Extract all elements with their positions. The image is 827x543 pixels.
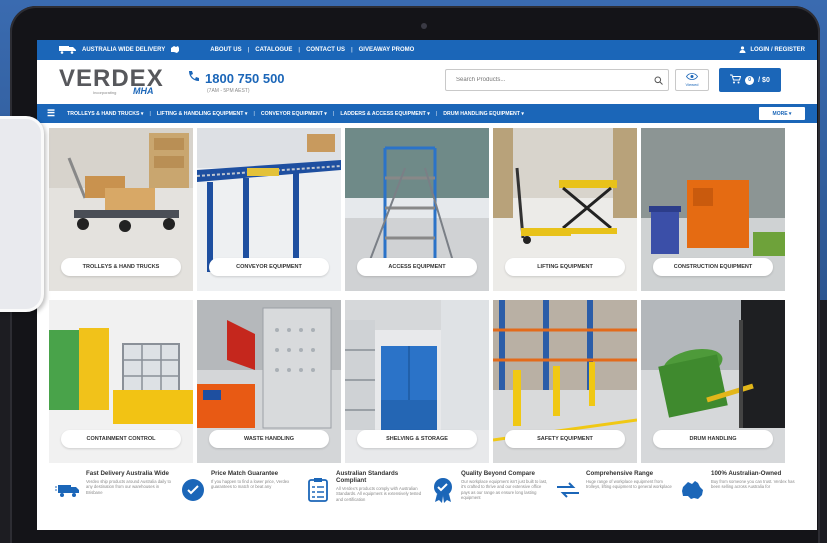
search-icon[interactable] bbox=[648, 76, 668, 85]
price-tag-check-icon bbox=[180, 477, 206, 503]
feature-desc: Huge range of workplace equipment from t… bbox=[586, 479, 672, 490]
nav-conveyor[interactable]: CONVEYOR EQUIPMENT ▾ bbox=[261, 111, 327, 117]
logo-mha: MHA bbox=[133, 86, 154, 96]
feature-desc: All Verdex's products comply with Austra… bbox=[336, 486, 422, 502]
link-giveaway-promo[interactable]: GIVEAWAY PROMO bbox=[359, 47, 415, 53]
login-register-link[interactable]: LOGIN / REGISTER bbox=[739, 40, 805, 60]
feature-title: Price Match Guarantee bbox=[211, 470, 279, 477]
viewed-label: Viewed bbox=[685, 82, 699, 87]
quality-badge-icon bbox=[430, 477, 456, 503]
camera-icon bbox=[421, 23, 427, 29]
category-label: WASTE HANDLING bbox=[209, 430, 329, 448]
more-menu-button[interactable]: MORE ▾ bbox=[759, 107, 805, 120]
feature-fast-delivery: Fast Delivery Australia Wide Verdex ship… bbox=[49, 467, 174, 530]
search-input[interactable] bbox=[446, 77, 648, 83]
truck-icon bbox=[59, 45, 77, 56]
delivery-truck-icon bbox=[55, 477, 81, 503]
category-label: CONTAINMENT CONTROL bbox=[61, 430, 181, 448]
user-icon bbox=[739, 45, 746, 55]
top-links: ABOUT US | CATALOGUE | CONTACT US | GIVE… bbox=[210, 47, 415, 53]
category-label: TROLLEYS & HAND TRUCKS bbox=[61, 258, 181, 276]
australia-icon bbox=[170, 45, 180, 56]
main-nav: ☰ TROLLEYS & HAND TRUCKS ▾ | LIFTING & H… bbox=[37, 104, 817, 123]
category-label: CONSTRUCTION EQUIPMENT bbox=[653, 258, 773, 276]
side-overlay-card bbox=[0, 116, 44, 312]
range-arrows-icon bbox=[555, 477, 581, 503]
login-label: LOGIN / REGISTER bbox=[750, 47, 805, 53]
feature-standards: Australian Standards Compliant All Verde… bbox=[299, 467, 424, 530]
cart-count-badge: 0 bbox=[745, 75, 755, 85]
category-label: CONVEYOR EQUIPMENT bbox=[209, 258, 329, 276]
category-tile-access[interactable]: ACCESS EQUIPMENT bbox=[345, 128, 489, 291]
feature-desc: Our workplace equipment isn't just built… bbox=[461, 479, 548, 501]
category-tile-trolleys[interactable]: TROLLEYS & HAND TRUCKS bbox=[49, 128, 193, 291]
category-tile-conveyor[interactable]: CONVEYOR EQUIPMENT bbox=[197, 128, 341, 291]
category-tile-safety[interactable]: SAFETY EQUIPMENT bbox=[493, 300, 637, 463]
feature-australian-owned: 100% Australian-Owned Buy from someone y… bbox=[674, 467, 799, 530]
delivery-banner: AUSTRALIA WIDE DELIVERY bbox=[59, 45, 180, 56]
cart-button[interactable]: 0 / $0 bbox=[719, 68, 781, 92]
feature-title: Quality Beyond Compare bbox=[461, 470, 535, 477]
feature-desc: If you happen to find a lower price, Ver… bbox=[211, 479, 290, 490]
category-label: ACCESS EQUIPMENT bbox=[357, 258, 477, 276]
category-grid: TROLLEYS & HAND TRUCKS CONVEYOR EQUIPMEN… bbox=[49, 128, 791, 464]
top-bar: AUSTRALIA WIDE DELIVERY ABOUT US | CATAL… bbox=[37, 40, 817, 60]
category-tile-lifting[interactable]: LIFTING EQUIPMENT bbox=[493, 128, 637, 291]
link-about-us[interactable]: ABOUT US bbox=[210, 47, 241, 53]
feature-title: Fast Delivery Australia Wide bbox=[86, 470, 169, 477]
link-catalogue[interactable]: CATALOGUE bbox=[255, 47, 292, 53]
nav-ladders[interactable]: LADDERS & ACCESS EQUIPMENT ▾ bbox=[340, 111, 429, 117]
feature-desc: Verdex ship products around Australia da… bbox=[86, 479, 171, 495]
delivery-text: AUSTRALIA WIDE DELIVERY bbox=[82, 47, 166, 53]
header: VERDEX Incorporating MHA 1800 750 500 (7… bbox=[37, 60, 817, 104]
nav-lifting[interactable]: LIFTING & HANDLING EQUIPMENT ▾ bbox=[157, 111, 248, 117]
nav-trolleys[interactable]: TROLLEYS & HAND TRUCKS ▾ bbox=[67, 111, 143, 117]
feature-title: Australian Standards Compliant bbox=[336, 470, 399, 484]
phone-hours: (7AM - 5PM AEST) bbox=[207, 88, 250, 94]
category-tile-shelving[interactable]: SHELVING & STORAGE bbox=[345, 300, 489, 463]
feature-range: Comprehensive Range Huge range of workpl… bbox=[549, 467, 674, 530]
australia-map-icon bbox=[680, 477, 706, 503]
cart-total: / $0 bbox=[758, 76, 770, 84]
search-box bbox=[445, 69, 669, 91]
feature-price-match: Price Match Guarantee If you happen to f… bbox=[174, 467, 299, 530]
phone-icon bbox=[187, 70, 201, 87]
checklist-icon bbox=[305, 477, 331, 503]
category-tile-construction[interactable]: CONSTRUCTION EQUIPMENT bbox=[641, 128, 785, 291]
verdex-logo[interactable]: VERDEX Incorporating MHA bbox=[59, 66, 169, 98]
link-contact-us[interactable]: CONTACT US bbox=[306, 47, 345, 53]
feature-quality: Quality Beyond Compare Our workplace equ… bbox=[424, 467, 549, 530]
category-tile-waste[interactable]: WASTE HANDLING bbox=[197, 300, 341, 463]
category-tile-containment[interactable]: CONTAINMENT CONTROL bbox=[49, 300, 193, 463]
cart-icon bbox=[730, 74, 742, 86]
menu-icon[interactable]: ☰ bbox=[47, 108, 55, 119]
eye-icon bbox=[676, 73, 708, 82]
feature-title: Comprehensive Range bbox=[586, 470, 654, 477]
category-tile-drum[interactable]: DRUM HANDLING bbox=[641, 300, 785, 463]
category-label: DRUM HANDLING bbox=[653, 430, 773, 448]
screen: AUSTRALIA WIDE DELIVERY ABOUT US | CATAL… bbox=[37, 40, 817, 530]
feature-desc: Buy from someone you can trust. Verdex h… bbox=[711, 479, 795, 490]
category-label: SAFETY EQUIPMENT bbox=[505, 430, 625, 448]
nav-drum-handling[interactable]: DRUM HANDLING EQUIPMENT ▾ bbox=[443, 111, 524, 117]
category-label: LIFTING EQUIPMENT bbox=[505, 258, 625, 276]
phone-number: 1800 750 500 bbox=[205, 71, 285, 86]
category-label: SHELVING & STORAGE bbox=[357, 430, 477, 448]
tablet-frame: AUSTRALIA WIDE DELIVERY ABOUT US | CATAL… bbox=[10, 6, 820, 543]
phone-contact[interactable]: 1800 750 500 (7AM - 5PM AEST) bbox=[187, 70, 285, 94]
logo-sub: Incorporating bbox=[93, 90, 117, 95]
feature-title: 100% Australian-Owned bbox=[711, 470, 782, 477]
feature-strip: Fast Delivery Australia Wide Verdex ship… bbox=[49, 467, 809, 530]
recently-viewed-button[interactable]: Viewed bbox=[675, 69, 709, 91]
